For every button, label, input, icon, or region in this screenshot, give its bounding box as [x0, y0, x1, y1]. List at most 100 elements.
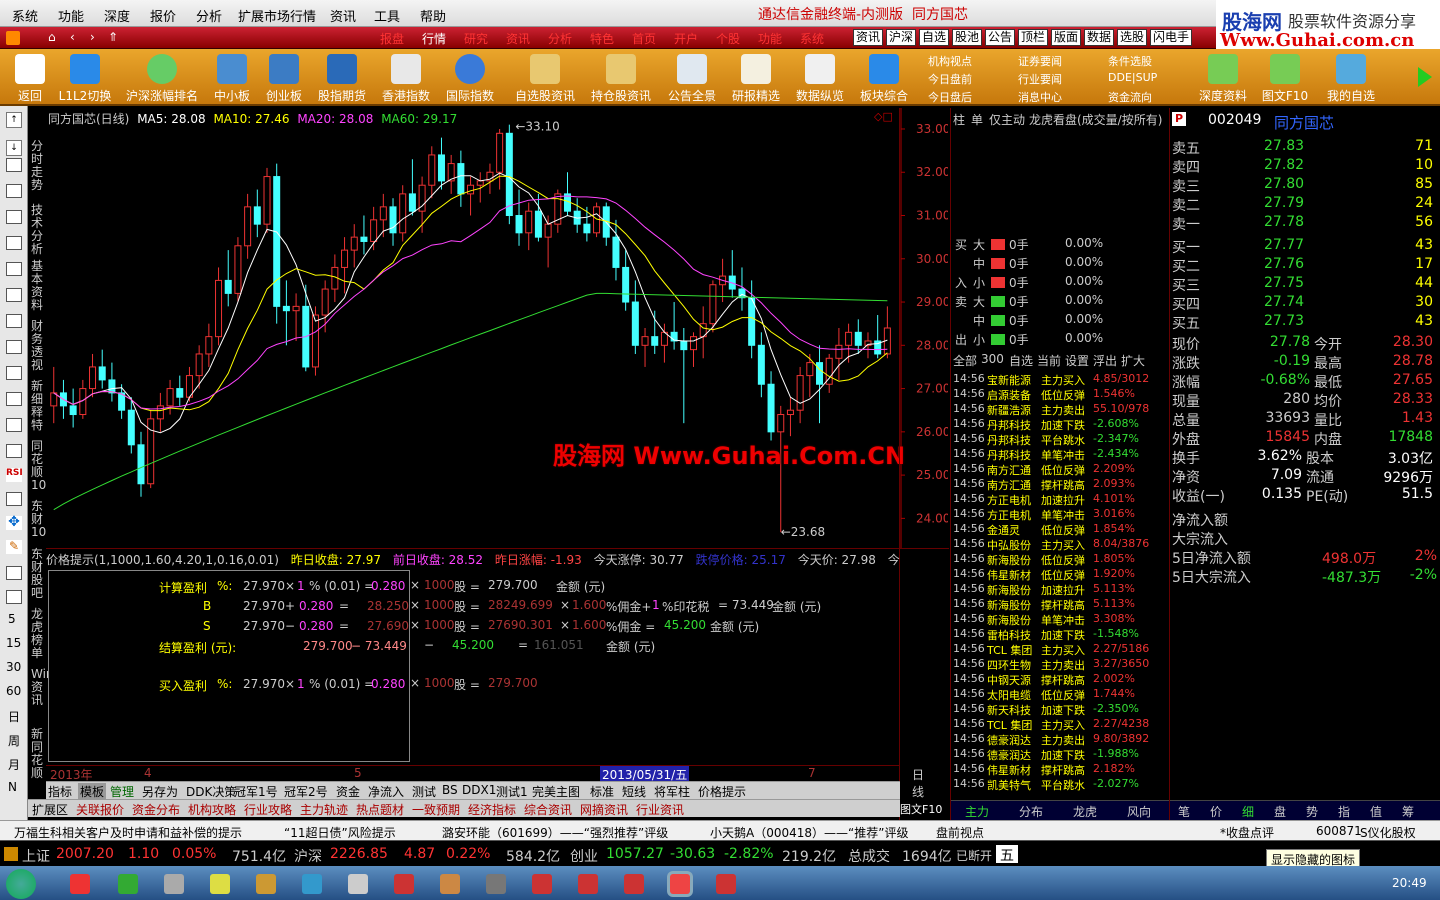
taskbar-app-icon[interactable]	[578, 874, 598, 894]
taskbar-app-icon[interactable]	[486, 874, 506, 894]
gem-board-button[interactable]: 创业板	[258, 49, 310, 106]
menu-function[interactable]: 功能	[58, 6, 84, 25]
tab-jiben[interactable]: 基本资料	[31, 260, 43, 312]
quick-gonggao[interactable]: 公告	[985, 29, 1016, 46]
nav-xitong[interactable]: 系统	[800, 30, 824, 47]
alert-row[interactable]: 14:56 启源装备 低位反弹 1.546%	[951, 387, 1169, 402]
fs-icon[interactable]	[6, 566, 22, 580]
tb-hangye[interactable]: 行业要闻	[1018, 71, 1062, 87]
alert-row[interactable]: 14:56 南方汇通 撑杆跳高 2.093%	[951, 477, 1169, 492]
tb-jigou[interactable]: 机构视点	[928, 53, 972, 69]
tab-pan[interactable]: 盘	[1274, 803, 1286, 820]
nav-gegu[interactable]: 个股	[716, 30, 740, 47]
order-book-row[interactable]: 卖四 27.82 10	[1170, 157, 1440, 176]
zoom-minus-icon[interactable]: -	[926, 783, 930, 797]
tab-test[interactable]: 测试	[412, 783, 436, 800]
alert-row[interactable]: 14:56 伟星新材 撑杆跳高 2.182%	[951, 762, 1169, 777]
ticker-item[interactable]: 600871	[1316, 824, 1362, 838]
tab-xi[interactable]: 细	[1242, 803, 1254, 820]
mid-tab-active[interactable]: 仅主动	[989, 111, 1025, 128]
fund-icon[interactable]	[6, 366, 22, 380]
quick-xuangu[interactable]: 选股	[1117, 29, 1148, 46]
period-week[interactable]: 周	[8, 732, 20, 749]
zoom-plus-icon[interactable]: +	[904, 783, 914, 797]
tb-tiaojian[interactable]: 条件选股	[1108, 53, 1152, 69]
taskbar-app-icon[interactable]	[210, 874, 230, 894]
compare-icon[interactable]	[6, 418, 22, 432]
holding-news-button[interactable]: 持仓股资讯	[586, 49, 656, 106]
tab-fenbu[interactable]: 分布	[1019, 803, 1043, 820]
tab-inst[interactable]: 机构攻略	[188, 801, 236, 818]
overlay-icon[interactable]	[6, 392, 22, 406]
menu-extended-market[interactable]: 扩展市场行情	[238, 6, 316, 25]
tab-standard[interactable]: 标准	[590, 783, 614, 800]
filter-watch[interactable]: 自选	[1009, 352, 1033, 369]
tb-zijin[interactable]: 资金流向	[1108, 89, 1152, 105]
home-icon[interactable]: ⌂	[48, 30, 56, 44]
alert-row[interactable]: 14:56 金通灵 低位反弹 1.854%	[951, 522, 1169, 537]
deep-data-button[interactable]: 深度资料	[1194, 49, 1252, 106]
period-n[interactable]: N	[8, 780, 17, 794]
order-book-row[interactable]: 买一 27.77 43	[1170, 237, 1440, 256]
alert-row[interactable]: 14:56 丹邦科技 加速下跌 -2.608%	[951, 417, 1169, 432]
filter-expand[interactable]: 扩大	[1121, 352, 1145, 369]
tab-template[interactable]: 模板	[78, 783, 107, 800]
taskbar-app-icon[interactable]	[348, 874, 368, 894]
order-book-row[interactable]: 卖五 27.83 71	[1170, 138, 1440, 157]
alert-row[interactable]: 14:56 中弘股份 主力买入 8.04/3876	[951, 537, 1169, 552]
tab-manage[interactable]: 管理	[110, 783, 134, 800]
taskbar-app-icon[interactable]	[440, 874, 460, 894]
tab-fund[interactable]: 资金	[336, 783, 360, 800]
tab-longhu[interactable]: 龙虎榜单	[31, 608, 43, 660]
taskbar-app-icon[interactable]	[118, 874, 138, 894]
tb-zhengquan[interactable]: 证券要闻	[1018, 53, 1062, 69]
tab-hot[interactable]: 热点题材	[356, 801, 404, 818]
taskbar-app-icon[interactable]	[70, 874, 90, 894]
alert-row[interactable]: 14:56 太阳电缆 低位反弹 1.744%	[951, 687, 1169, 702]
table-icon[interactable]	[6, 210, 22, 224]
menu-tools[interactable]: 工具	[374, 6, 400, 25]
tab-industry[interactable]: 行业攻略	[244, 801, 292, 818]
sme-board-button[interactable]: 中小板	[206, 49, 258, 106]
taskbar-app-icon[interactable]	[394, 874, 414, 894]
tab-wind[interactable]: Wind资讯	[31, 668, 61, 707]
filter-current[interactable]: 当前	[1037, 352, 1061, 369]
tb-panqian[interactable]: 今日盘前	[928, 71, 972, 87]
tab-longhu[interactable]: 龙虎	[1073, 803, 1097, 820]
alert-row[interactable]: 14:56 中钢天源 撑杆跳高 2.002%	[951, 672, 1169, 687]
alert-row[interactable]: 14:56 雷柏科技 加速下跌 -1.548%	[951, 627, 1169, 642]
tab-extended[interactable]: 扩展区	[32, 801, 68, 818]
taskbar-app-icon[interactable]	[302, 874, 322, 894]
order-book-row[interactable]: 买五 27.73 43	[1170, 313, 1440, 332]
tab-bs[interactable]: BS	[442, 783, 458, 797]
one-min-icon[interactable]	[6, 590, 22, 604]
order-book-row[interactable]: 卖二 27.79 24	[1170, 195, 1440, 214]
tab-ddk[interactable]: DDK决策	[186, 783, 236, 800]
tab-saveas[interactable]: 另存为	[142, 783, 178, 800]
ticker-item[interactable]: *收盘点评	[1220, 824, 1274, 841]
start-button[interactable]	[6, 869, 36, 899]
tab-xinxi[interactable]: 新细释特	[31, 380, 43, 432]
order-book-row[interactable]: 买四 27.74 30	[1170, 294, 1440, 313]
ticker-item[interactable]: “11超日债”风险提示	[284, 824, 396, 841]
period-15[interactable]: 15	[6, 636, 21, 650]
line-chart-icon[interactable]	[6, 236, 22, 250]
taskbar-app-icon[interactable]	[624, 874, 644, 894]
tab-consensus[interactable]: 一致预期	[412, 801, 460, 818]
nav-tese[interactable]: 特色	[590, 30, 614, 47]
intl-index-button[interactable]: 国际指数	[440, 49, 500, 106]
alert-row[interactable]: 14:56 新海股份 加速拉升 5.113%	[951, 582, 1169, 597]
tb-xiaoxi[interactable]: 消息中心	[1018, 89, 1062, 105]
tab-zhi2[interactable]: 值	[1370, 803, 1382, 820]
tab-zhuli[interactable]: 主力	[965, 803, 989, 820]
alert-row[interactable]: 14:56 德豪润达 主力卖出 9.80/3892	[951, 732, 1169, 747]
alert-row[interactable]: 14:56 方正电机 加速拉升 4.101%	[951, 492, 1169, 507]
nav-yanjiu[interactable]: 研究	[464, 30, 488, 47]
rank-button[interactable]: 沪深涨幅排名	[120, 49, 204, 106]
tab-test1[interactable]: 测试1	[496, 783, 528, 800]
nav-up-icon[interactable]: ↑	[6, 112, 22, 128]
tab-news[interactable]: 综合资讯	[524, 801, 572, 818]
quick-zixun[interactable]: 资讯	[853, 29, 884, 46]
quick-dinglan[interactable]: 顶栏	[1018, 29, 1049, 46]
move-icon[interactable]: ✥	[6, 515, 22, 530]
